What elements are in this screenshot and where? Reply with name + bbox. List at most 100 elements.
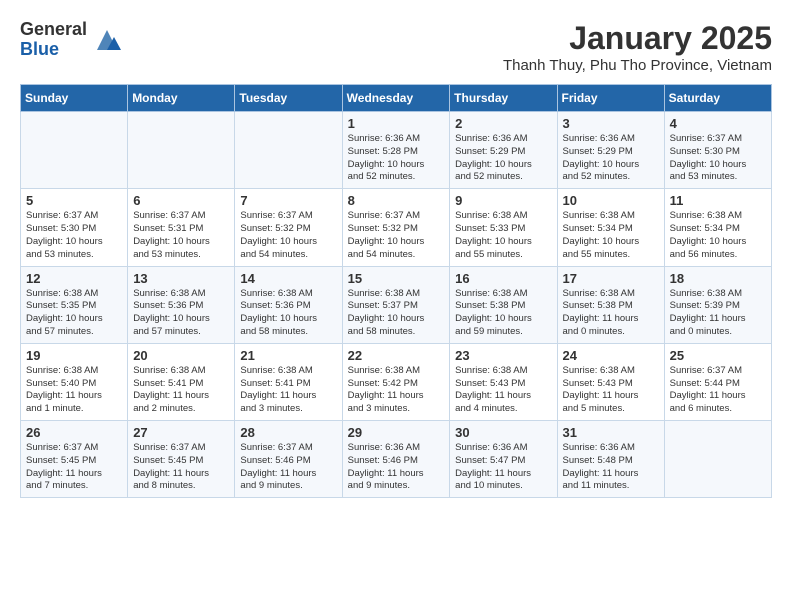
day-number: 26	[26, 425, 122, 440]
column-header-tuesday: Tuesday	[235, 85, 342, 112]
calendar-day-cell: 24 Sunrise: 6:38 AM Sunset: 5:43 PM Dayli…	[557, 343, 664, 420]
page-header: General Blue January 2025 Thanh Thuy, Ph…	[20, 20, 772, 74]
day-number: 12	[26, 271, 122, 286]
column-header-wednesday: Wednesday	[342, 85, 450, 112]
day-info: Sunrise: 6:38 AM Sunset: 5:39 PM Dayligh…	[670, 288, 766, 339]
calendar-day-cell: 26 Sunrise: 6:37 AM Sunset: 5:45 PM Dayli…	[21, 421, 128, 498]
day-number: 23	[455, 348, 551, 363]
calendar-day-cell: 29 Sunrise: 6:36 AM Sunset: 5:46 PM Dayli…	[342, 421, 450, 498]
day-number: 15	[348, 271, 445, 286]
day-info: Sunrise: 6:37 AM Sunset: 5:32 PM Dayligh…	[348, 210, 445, 261]
calendar-day-cell: 12 Sunrise: 6:38 AM Sunset: 5:35 PM Dayli…	[21, 266, 128, 343]
column-header-monday: Monday	[128, 85, 235, 112]
calendar-week-row: 19 Sunrise: 6:38 AM Sunset: 5:40 PM Dayli…	[21, 343, 772, 420]
calendar-day-cell: 7 Sunrise: 6:37 AM Sunset: 5:32 PM Daylig…	[235, 189, 342, 266]
day-number: 1	[348, 116, 445, 131]
day-info: Sunrise: 6:38 AM Sunset: 5:37 PM Dayligh…	[348, 288, 445, 339]
day-number: 20	[133, 348, 229, 363]
calendar-day-cell: 11 Sunrise: 6:38 AM Sunset: 5:34 PM Dayli…	[664, 189, 771, 266]
calendar-day-cell: 13Sunrise: 6:38 AM Sunset: 5:36 PM Dayli…	[128, 266, 235, 343]
day-info: Sunrise: 6:38 AM Sunset: 5:40 PM Dayligh…	[26, 365, 122, 416]
day-number: 24	[563, 348, 659, 363]
day-number: 16	[455, 271, 551, 286]
month-title: January 2025	[503, 20, 772, 57]
calendar-table: SundayMondayTuesdayWednesdayThursdayFrid…	[20, 84, 772, 498]
day-number: 22	[348, 348, 445, 363]
column-header-saturday: Saturday	[664, 85, 771, 112]
calendar-day-cell: 8 Sunrise: 6:37 AM Sunset: 5:32 PM Daylig…	[342, 189, 450, 266]
day-number: 17	[563, 271, 659, 286]
day-number: 13	[133, 271, 229, 286]
day-number: 4	[670, 116, 766, 131]
logo-text: General Blue	[20, 20, 87, 60]
day-info: Sunrise: 6:37 AM Sunset: 5:32 PM Dayligh…	[240, 210, 336, 261]
calendar-day-cell: 28 Sunrise: 6:37 AM Sunset: 5:46 PM Dayli…	[235, 421, 342, 498]
day-info: Sunrise: 6:38 AM Sunset: 5:38 PM Dayligh…	[455, 288, 551, 339]
day-info: Sunrise: 6:37 AM Sunset: 5:30 PM Dayligh…	[670, 133, 766, 184]
day-number: 19	[26, 348, 122, 363]
day-number: 27	[133, 425, 229, 440]
calendar-empty-cell	[235, 112, 342, 189]
calendar-day-cell: 17 Sunrise: 6:38 AM Sunset: 5:38 PM Dayli…	[557, 266, 664, 343]
calendar-day-cell: 16 Sunrise: 6:38 AM Sunset: 5:38 PM Dayli…	[450, 266, 557, 343]
day-number: 10	[563, 193, 659, 208]
calendar-week-row: 5 Sunrise: 6:37 AM Sunset: 5:30 PM Daylig…	[21, 189, 772, 266]
location-subtitle: Thanh Thuy, Phu Tho Province, Vietnam	[503, 57, 772, 74]
day-number: 8	[348, 193, 445, 208]
day-info: Sunrise: 6:38 AM Sunset: 5:35 PM Dayligh…	[26, 288, 122, 339]
day-info: Sunrise: 6:38 AM Sunset: 5:43 PM Dayligh…	[563, 365, 659, 416]
day-info: Sunrise: 6:38 AM Sunset: 5:34 PM Dayligh…	[563, 210, 659, 261]
calendar-day-cell: 6Sunrise: 6:37 AM Sunset: 5:31 PM Daylig…	[128, 189, 235, 266]
day-info: Sunrise: 6:38 AM Sunset: 5:42 PM Dayligh…	[348, 365, 445, 416]
day-number: 11	[670, 193, 766, 208]
day-number: 7	[240, 193, 336, 208]
day-info: Sunrise: 6:37 AM Sunset: 5:45 PM Dayligh…	[26, 442, 122, 493]
calendar-empty-cell	[664, 421, 771, 498]
calendar-day-cell: 27Sunrise: 6:37 AM Sunset: 5:45 PM Dayli…	[128, 421, 235, 498]
day-info: Sunrise: 6:36 AM Sunset: 5:29 PM Dayligh…	[563, 133, 659, 184]
day-number: 18	[670, 271, 766, 286]
logo-icon	[92, 25, 122, 55]
calendar-week-row: 26 Sunrise: 6:37 AM Sunset: 5:45 PM Dayli…	[21, 421, 772, 498]
calendar-empty-cell	[128, 112, 235, 189]
day-number: 5	[26, 193, 122, 208]
day-info: Sunrise: 6:38 AM Sunset: 5:38 PM Dayligh…	[563, 288, 659, 339]
calendar-day-cell: 31Sunrise: 6:36 AM Sunset: 5:48 PM Dayli…	[557, 421, 664, 498]
calendar-day-cell: 18 Sunrise: 6:38 AM Sunset: 5:39 PM Dayli…	[664, 266, 771, 343]
calendar-day-cell: 22 Sunrise: 6:38 AM Sunset: 5:42 PM Dayli…	[342, 343, 450, 420]
calendar-day-cell: 15 Sunrise: 6:38 AM Sunset: 5:37 PM Dayli…	[342, 266, 450, 343]
calendar-day-cell: 5 Sunrise: 6:37 AM Sunset: 5:30 PM Daylig…	[21, 189, 128, 266]
calendar-day-cell: 20 Sunrise: 6:38 AM Sunset: 5:41 PM Dayli…	[128, 343, 235, 420]
calendar-day-cell: 1Sunrise: 6:36 AM Sunset: 5:28 PM Daylig…	[342, 112, 450, 189]
day-info: Sunrise: 6:36 AM Sunset: 5:29 PM Dayligh…	[455, 133, 551, 184]
calendar-day-cell: 30Sunrise: 6:36 AM Sunset: 5:47 PM Dayli…	[450, 421, 557, 498]
calendar-week-row: 12 Sunrise: 6:38 AM Sunset: 5:35 PM Dayli…	[21, 266, 772, 343]
calendar-day-cell: 2Sunrise: 6:36 AM Sunset: 5:29 PM Daylig…	[450, 112, 557, 189]
day-number: 3	[563, 116, 659, 131]
calendar-day-cell: 23 Sunrise: 6:38 AM Sunset: 5:43 PM Dayli…	[450, 343, 557, 420]
title-block: January 2025 Thanh Thuy, Phu Tho Provinc…	[503, 20, 772, 74]
column-header-sunday: Sunday	[21, 85, 128, 112]
day-info: Sunrise: 6:38 AM Sunset: 5:43 PM Dayligh…	[455, 365, 551, 416]
day-info: Sunrise: 6:38 AM Sunset: 5:34 PM Dayligh…	[670, 210, 766, 261]
day-info: Sunrise: 6:36 AM Sunset: 5:47 PM Dayligh…	[455, 442, 551, 493]
day-number: 6	[133, 193, 229, 208]
calendar-day-cell: 10 Sunrise: 6:38 AM Sunset: 5:34 PM Dayli…	[557, 189, 664, 266]
column-header-thursday: Thursday	[450, 85, 557, 112]
day-info: Sunrise: 6:37 AM Sunset: 5:44 PM Dayligh…	[670, 365, 766, 416]
calendar-week-row: 1Sunrise: 6:36 AM Sunset: 5:28 PM Daylig…	[21, 112, 772, 189]
day-info: Sunrise: 6:37 AM Sunset: 5:46 PM Dayligh…	[240, 442, 336, 493]
day-number: 14	[240, 271, 336, 286]
logo: General Blue	[20, 20, 122, 60]
calendar-day-cell: 4 Sunrise: 6:37 AM Sunset: 5:30 PM Daylig…	[664, 112, 771, 189]
calendar-header-row: SundayMondayTuesdayWednesdayThursdayFrid…	[21, 85, 772, 112]
day-info: Sunrise: 6:38 AM Sunset: 5:33 PM Dayligh…	[455, 210, 551, 261]
day-number: 25	[670, 348, 766, 363]
day-info: Sunrise: 6:36 AM Sunset: 5:46 PM Dayligh…	[348, 442, 445, 493]
day-info: Sunrise: 6:37 AM Sunset: 5:30 PM Dayligh…	[26, 210, 122, 261]
day-number: 28	[240, 425, 336, 440]
day-info: Sunrise: 6:38 AM Sunset: 5:36 PM Dayligh…	[240, 288, 336, 339]
day-number: 21	[240, 348, 336, 363]
day-number: 29	[348, 425, 445, 440]
day-info: Sunrise: 6:38 AM Sunset: 5:41 PM Dayligh…	[133, 365, 229, 416]
